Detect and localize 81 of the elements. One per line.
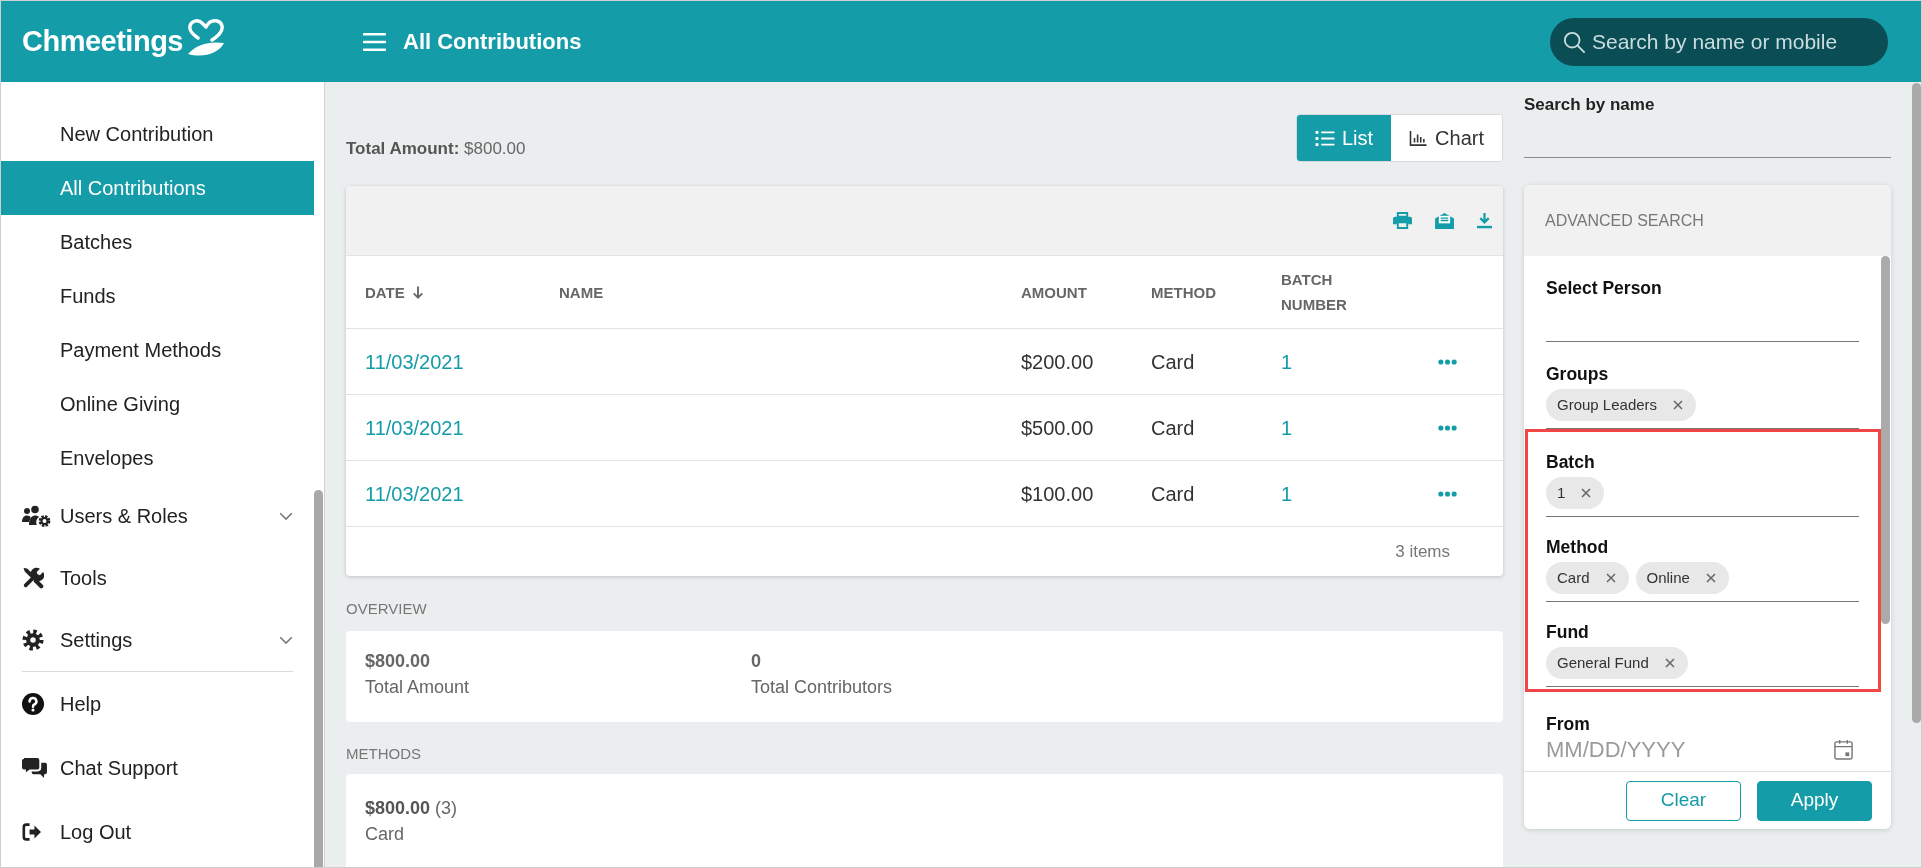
table-cell: Card [1151, 482, 1195, 505]
sidebar-item[interactable]: Chat Support [1, 736, 315, 800]
calendar-icon[interactable] [1834, 739, 1853, 760]
logout-icon [22, 823, 42, 841]
section-title: OVERVIEW [346, 600, 427, 618]
sidebar-item[interactable]: Tools [1, 547, 315, 609]
sidebar-item[interactable]: Online Giving [1, 377, 315, 431]
stat-value: $800.00 [365, 650, 431, 672]
close-icon[interactable] [1664, 658, 1675, 668]
download-icon[interactable] [1477, 212, 1492, 229]
column-header[interactable]: AMOUNT [1021, 279, 1101, 305]
sidebar-item[interactable]: Users & Roles [1, 485, 315, 547]
field-label: Fund [1546, 621, 1589, 643]
sidebar-item[interactable]: New Contribution [1, 107, 315, 161]
select-field[interactable]: 1 [1546, 473, 1859, 517]
table-cell: Card [1151, 350, 1195, 373]
column-header[interactable]: NAME [559, 279, 639, 305]
filter-chip[interactable]: 1 [1546, 477, 1605, 509]
sidebar-item[interactable]: Funds [1, 269, 315, 323]
field-label: Groups [1546, 363, 1609, 385]
filter-chip[interactable]: Card [1546, 562, 1629, 594]
field-label: Search by name [1524, 94, 1655, 116]
sidebar-item[interactable]: Settings [1, 609, 315, 671]
column-header[interactable]: DATE [365, 279, 445, 305]
filter-chip[interactable]: General Fund [1546, 647, 1688, 679]
search-icon [1563, 30, 1585, 53]
field-label: Batch [1546, 451, 1595, 473]
panel-title: ADVANCED SEARCH [1545, 210, 1704, 231]
filter-chip[interactable]: Group Leaders [1546, 389, 1697, 421]
table-cell: $100.00 [1021, 482, 1094, 505]
sidebar-item[interactable]: Envelopes [1, 431, 315, 485]
method-summary: $800.00 (3) [365, 797, 458, 819]
sidebar-item[interactable]: Log Out [1, 800, 315, 864]
ellipsis-icon[interactable] [1438, 490, 1457, 497]
column-header[interactable]: METHOD [1151, 279, 1231, 305]
total-amount: Total Amount: $800.00 [346, 137, 526, 160]
stat-label: Total Amount [365, 676, 470, 699]
page-title: All Contributions [403, 28, 582, 56]
close-icon[interactable] [1705, 573, 1716, 583]
logo-text: Chmeetings [22, 23, 183, 59]
stat-value: 0 [751, 650, 761, 672]
scrollbar-thumb[interactable] [1912, 83, 1921, 723]
heart-leaf-icon [186, 17, 226, 58]
ellipsis-icon[interactable] [1438, 358, 1457, 365]
table-cell: Card [1151, 416, 1195, 439]
sidebar-item[interactable]: Help [1, 672, 315, 736]
ellipsis-icon[interactable] [1438, 424, 1457, 431]
sidebar-item[interactable]: Batches [1, 215, 315, 269]
method-label: Card [365, 823, 404, 846]
menu-icon[interactable] [363, 31, 386, 52]
table-cell: $200.00 [1021, 350, 1094, 373]
sidebar-item[interactable]: Payment Methods [1, 323, 315, 377]
settings-icon [22, 629, 44, 651]
field-label: Method [1546, 536, 1609, 558]
stat-label: Total Contributors [751, 676, 893, 699]
list-icon[interactable] [1314, 129, 1335, 147]
field-label: From [1546, 713, 1590, 735]
select-field[interactable]: Group Leaders [1546, 385, 1859, 429]
envelope-icon[interactable] [1435, 212, 1454, 229]
help-icon [22, 693, 44, 715]
column-header[interactable]: BATCH NUMBER [1281, 267, 1361, 317]
filter-chip[interactable]: Online [1635, 562, 1729, 594]
bar-chart-icon[interactable] [1409, 130, 1429, 146]
users-gear-icon [22, 505, 51, 527]
item-count: 3 items [1395, 540, 1450, 563]
select-field[interactable]: General Fund [1546, 643, 1859, 687]
print-icon[interactable] [1393, 212, 1412, 229]
search-field[interactable]: Search by name or mobile [1550, 17, 1888, 66]
close-icon[interactable] [1673, 400, 1684, 410]
close-icon[interactable] [1605, 573, 1616, 583]
table-cell: $500.00 [1021, 416, 1094, 439]
date-field[interactable]: MM/DD/YYYY [1546, 735, 1859, 765]
scrollbar-thumb[interactable] [1881, 256, 1890, 624]
chat-icon [22, 756, 47, 780]
field-label: Select Person [1546, 277, 1662, 299]
close-icon[interactable] [1581, 488, 1592, 498]
select-field[interactable]: Card Online [1546, 558, 1859, 602]
tools-icon [22, 567, 44, 589]
section-title: METHODS [346, 745, 421, 763]
arrow-down-icon [411, 284, 424, 300]
scrollbar-thumb[interactable] [314, 490, 324, 867]
